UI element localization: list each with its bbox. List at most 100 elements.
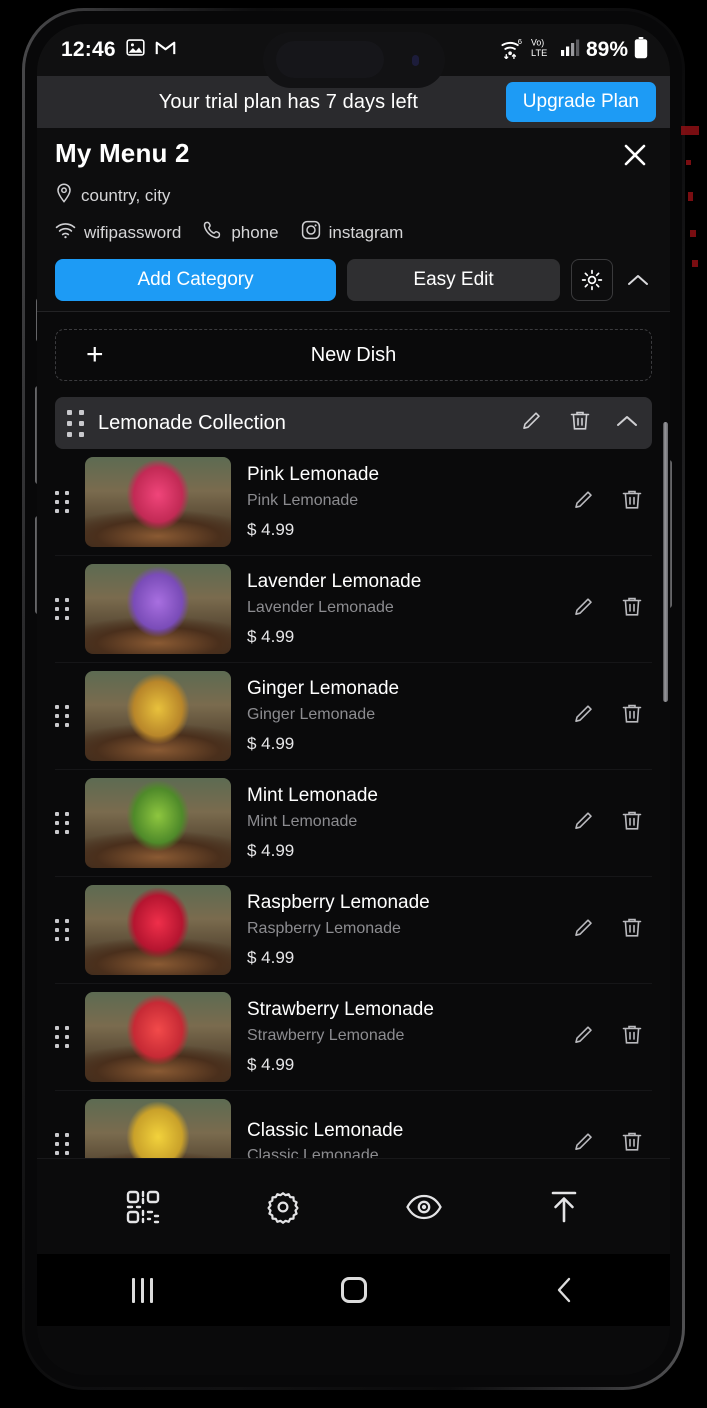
dish-title: Classic Lemonade [247, 1119, 404, 1141]
home-icon[interactable] [248, 1277, 459, 1303]
add-category-button[interactable]: Add Category [55, 259, 337, 301]
close-icon[interactable] [618, 138, 652, 172]
edge-artifact [681, 126, 699, 135]
pencil-icon[interactable] [572, 809, 596, 838]
location-row: country, city [55, 183, 652, 208]
dish-description: Ginger Lemonade [247, 705, 376, 723]
dish-title: Ginger Lemonade [247, 678, 400, 700]
signal-bars-icon [560, 39, 580, 61]
dish-row[interactable]: Lavender Lemonade Lavender Lemonade $ 4.99 [55, 556, 652, 663]
edge-artifact [690, 230, 696, 237]
pencil-icon[interactable] [572, 488, 596, 517]
pencil-icon[interactable] [572, 1130, 596, 1159]
back-icon[interactable] [459, 1276, 670, 1304]
trash-icon[interactable] [620, 702, 644, 731]
dish-thumbnail[interactable] [85, 992, 231, 1082]
dish-thumbnail[interactable] [85, 1099, 231, 1158]
bottom-toolbar [37, 1158, 670, 1254]
category-drag-handle[interactable] [67, 409, 84, 437]
dish-drag-handle[interactable] [55, 705, 69, 727]
pencil-icon[interactable] [572, 702, 596, 731]
instagram-chip[interactable]: instagram [301, 220, 404, 245]
dish-thumbnail[interactable] [85, 671, 231, 761]
svg-text:6: 6 [518, 37, 522, 46]
dish-price: $ 4.99 [247, 840, 295, 860]
dish-thumbnail[interactable] [85, 778, 231, 868]
chevron-up-icon[interactable] [616, 414, 638, 433]
phone-icon [203, 220, 223, 245]
wifi-icon [55, 222, 76, 244]
preview-button[interactable] [354, 1159, 494, 1254]
publish-button[interactable] [494, 1159, 634, 1254]
dish-thumbnail[interactable] [85, 885, 231, 975]
trial-message: Your trial plan has 7 days left [158, 90, 418, 113]
wifi-password-chip[interactable]: wifipassword [55, 222, 181, 244]
dish-actions [572, 488, 652, 517]
dish-actions [572, 595, 652, 624]
dish-row[interactable]: Raspberry Lemonade Raspberry Lemonade $ 4.… [55, 877, 652, 984]
dish-list: Pink Lemonade Pink Lemonade $ 4.99 Lavender… [55, 449, 652, 1158]
dish-row[interactable]: Strawberry Lemonade Strawberry Lemonade $ … [55, 984, 652, 1091]
dish-row[interactable]: Mint Lemonade Mint Lemonade $ 4.99 [55, 770, 652, 877]
dish-drag-handle[interactable] [55, 1133, 69, 1155]
svg-text:Vo): Vo) [531, 38, 544, 48]
pencil-icon[interactable] [572, 595, 596, 624]
trash-icon[interactable] [620, 916, 644, 945]
sun-icon[interactable] [571, 259, 613, 301]
dish-description: Lavender Lemonade [247, 598, 394, 616]
qr-code-button[interactable] [73, 1159, 213, 1254]
chevron-up-icon[interactable] [624, 259, 652, 301]
dish-row[interactable]: Pink Lemonade Pink Lemonade $ 4.99 [55, 449, 652, 556]
wifi-password-label: wifipassword [84, 222, 182, 242]
dish-drag-handle[interactable] [55, 919, 69, 941]
pencil-icon[interactable] [572, 916, 596, 945]
dish-price: $ 4.99 [247, 626, 295, 646]
trash-icon[interactable] [568, 409, 592, 438]
trash-icon[interactable] [620, 488, 644, 517]
phone-label: phone [231, 222, 279, 242]
pencil-icon[interactable] [520, 409, 544, 438]
dish-thumbnail[interactable] [85, 457, 231, 547]
edge-artifact [686, 160, 691, 165]
dish-info: Classic Lemonade Classic Lemonade [247, 1117, 572, 1158]
front-camera [411, 55, 419, 66]
dish-actions [572, 916, 652, 945]
category-header-row[interactable]: Lemonade Collection [55, 397, 652, 449]
android-nav-bar [37, 1254, 670, 1326]
content-scrollbar[interactable] [663, 422, 668, 702]
dish-row[interactable]: Ginger Lemonade Ginger Lemonade $ 4.99 [55, 663, 652, 770]
svg-text:LTE: LTE [531, 48, 547, 58]
dish-thumbnail[interactable] [85, 564, 231, 654]
trash-icon[interactable] [620, 1023, 644, 1052]
photos-icon [125, 37, 146, 63]
status-bar-left: 12:46 [61, 37, 176, 63]
recents-icon[interactable] [37, 1277, 248, 1303]
dish-drag-handle[interactable] [55, 1026, 69, 1048]
location-text: country, city [81, 185, 171, 205]
dish-row[interactable]: Classic Lemonade Classic Lemonade [55, 1091, 652, 1158]
new-dish-button[interactable]: + New Dish [55, 329, 652, 381]
phone-frame: 12:46 6 Vo) LTE 89% Your trial plan has … [22, 8, 699, 1390]
category-name: Lemonade Collection [98, 411, 286, 434]
trash-icon[interactable] [620, 595, 644, 624]
battery-percent: 89% [585, 38, 628, 61]
upgrade-plan-button[interactable]: Upgrade Plan [505, 82, 656, 122]
edge-artifact [688, 192, 693, 201]
dish-drag-handle[interactable] [55, 491, 69, 513]
dish-price: $ 4.99 [247, 947, 295, 967]
instagram-label: instagram [328, 222, 404, 242]
easy-edit-button[interactable]: Easy Edit [347, 259, 560, 301]
dish-description: Pink Lemonade [247, 491, 359, 509]
dish-drag-handle[interactable] [55, 598, 69, 620]
volte-icon: Vo) LTE [531, 36, 555, 64]
trash-icon[interactable] [620, 1130, 644, 1159]
wifi-6-icon: 6 [500, 36, 525, 64]
phone-screen: 12:46 6 Vo) LTE 89% Your trial plan has … [37, 24, 670, 1375]
pencil-icon[interactable] [572, 1023, 596, 1052]
dish-info: Pink Lemonade Pink Lemonade $ 4.99 [247, 461, 572, 543]
trash-icon[interactable] [620, 809, 644, 838]
phone-chip[interactable]: phone [203, 220, 279, 245]
dish-actions [572, 702, 652, 731]
settings-button[interactable] [213, 1159, 353, 1254]
dish-drag-handle[interactable] [55, 812, 69, 834]
